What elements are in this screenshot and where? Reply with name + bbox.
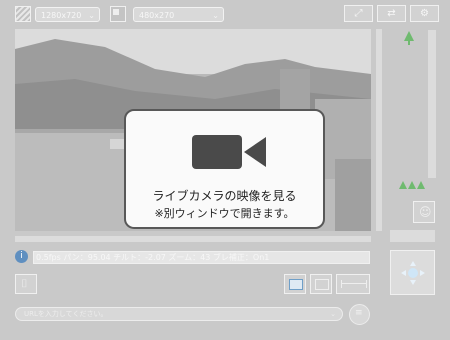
gear-icon: ⚙ (420, 8, 429, 19)
view-size-select[interactable]: 480x270 ⌄ (133, 7, 224, 22)
layout-single-button[interactable] (284, 274, 306, 294)
expand-icon: ⤢ (354, 8, 363, 19)
snapshot-button[interactable]: ⌷ (15, 274, 37, 294)
swap-button[interactable]: ⇄ (377, 5, 406, 22)
settings-button[interactable]: ⚙ (410, 5, 439, 22)
focus-slider[interactable] (390, 230, 435, 242)
new-window-note: ※別ウィンドウで開きます。 (154, 207, 295, 220)
fullscreen-button[interactable]: ⤢ (344, 5, 373, 22)
direction-arrows-icon (401, 261, 425, 285)
split-view-icon (341, 280, 367, 288)
camera-icon: ⌷ (21, 277, 28, 290)
zoom-out-forest-icon (399, 178, 425, 192)
single-view-icon (289, 279, 303, 290)
video-camera-icon (192, 135, 266, 169)
zoom-slider-track[interactable] (428, 30, 436, 178)
view-size-value: 480x270 (139, 11, 175, 20)
person-icon: ☺ (419, 205, 432, 219)
person-button[interactable]: ☺ (413, 201, 435, 223)
video-horizontal-scrollbar[interactable] (15, 236, 371, 242)
zoom-in-tree-icon (404, 30, 414, 45)
window-view-icon (315, 279, 329, 290)
url-placeholder: URLを入力してください。 (24, 310, 108, 318)
grid-icon[interactable] (15, 6, 31, 22)
url-input[interactable]: URLを入力してください。 ⌄ (15, 307, 343, 321)
list-icon: ≡ (355, 308, 363, 318)
camera-status: 0.5fps パン：95.04 チルト：-2.07 ズーム：43 ブレ補正：On… (33, 251, 370, 264)
layout-split-button[interactable] (336, 274, 370, 294)
live-camera-title: ライブカメラの映像を見る (152, 189, 297, 203)
swap-arrows-icon: ⇄ (387, 8, 396, 19)
video-vertical-scrollbar[interactable] (376, 29, 382, 231)
live-camera-popup[interactable]: ライブカメラの映像を見る ※別ウィンドウで開きます。 (124, 109, 325, 229)
resolution-value: 1280x720 (41, 11, 82, 20)
ptz-joystick[interactable] (390, 250, 435, 295)
layout-window-button[interactable] (310, 274, 332, 294)
chevron-down-icon: ⌄ (88, 11, 95, 20)
view-size-icon (110, 6, 126, 22)
info-icon: i (15, 250, 28, 263)
chevron-down-icon: ⌄ (212, 11, 219, 20)
resolution-select[interactable]: 1280x720 ⌄ (35, 7, 100, 22)
chevron-down-icon: ⌄ (330, 310, 336, 318)
go-button[interactable]: ≡ (349, 304, 370, 325)
